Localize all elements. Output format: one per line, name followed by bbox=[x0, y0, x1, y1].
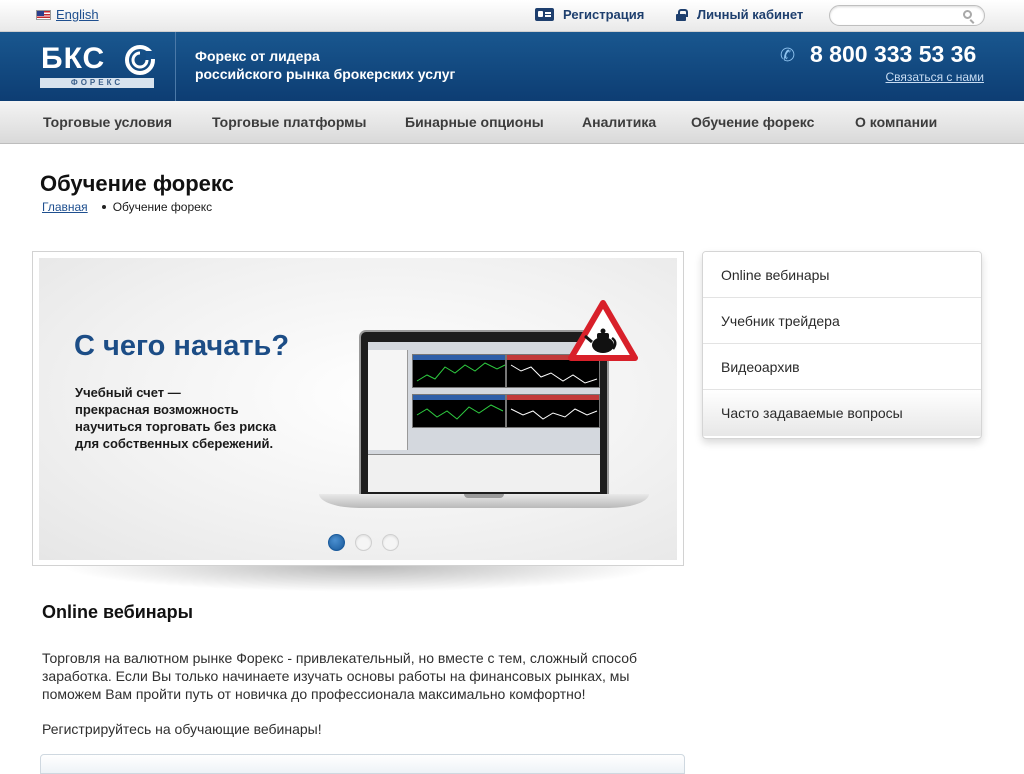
logo-subtitle: ФОРЕКС bbox=[40, 78, 154, 88]
tagline-line-2: российского рынка брокерских услуг bbox=[195, 66, 456, 82]
lock-icon bbox=[676, 9, 688, 21]
nav-item-about[interactable]: О компании bbox=[855, 114, 937, 130]
breadcrumb: Главная Обучение форекс bbox=[42, 200, 212, 214]
education-side-menu: Online вебинары Учебник трейдера Видеоар… bbox=[702, 251, 982, 439]
tagline-line-1: Форекс от лидера bbox=[195, 48, 320, 64]
nav-item-binary-options[interactable]: Бинарные опционы bbox=[405, 114, 544, 130]
search-icon[interactable] bbox=[963, 10, 972, 19]
terminal-market-watch bbox=[368, 350, 408, 450]
language-link[interactable]: English bbox=[56, 7, 99, 22]
banner-title: С чего начать? bbox=[74, 330, 290, 362]
breadcrumb-separator bbox=[101, 205, 106, 209]
slider-pagination bbox=[328, 534, 409, 551]
banner-text-line-4: для собственных сбережений. bbox=[75, 436, 274, 451]
terminal-chart bbox=[412, 394, 506, 428]
terminal-chart bbox=[412, 354, 506, 388]
register-link[interactable]: Регистрация bbox=[535, 7, 644, 22]
breadcrumb-current: Обучение форекс bbox=[112, 200, 213, 214]
banner-text-line-1: Учебный счет — bbox=[75, 385, 181, 400]
phone-icon: ✆ bbox=[780, 44, 796, 65]
language-switcher[interactable]: English bbox=[36, 7, 99, 22]
nav-item-trading-conditions[interactable]: Торговые условия bbox=[43, 114, 172, 130]
logo-globe-icon bbox=[125, 45, 155, 75]
terminal-orders-panel bbox=[368, 454, 600, 492]
section-title: Online вебинары bbox=[42, 602, 194, 622]
search-box bbox=[829, 5, 985, 26]
laptop-notch bbox=[464, 494, 504, 498]
banner-slider[interactable]: С чего начать? Учебный счет — прекрасная… bbox=[32, 251, 684, 566]
id-card-icon bbox=[535, 8, 554, 21]
breadcrumb-home-link[interactable]: Главная bbox=[42, 200, 88, 214]
webinar-registration-panel bbox=[40, 754, 685, 774]
banner-shadow bbox=[60, 566, 660, 592]
side-menu-item-trader-handbook[interactable]: Учебник трейдера bbox=[703, 298, 981, 344]
header-divider bbox=[175, 32, 176, 101]
phone-number: ✆ 8 800 333 53 36 bbox=[780, 41, 976, 68]
phone-text: 8 800 333 53 36 bbox=[810, 41, 977, 67]
top-utility-bar: English Регистрация Личный кабинет bbox=[0, 0, 1024, 32]
personal-cabinet-link[interactable]: Личный кабинет bbox=[676, 7, 803, 22]
banner-text-line-3: научиться торговать без риска bbox=[75, 419, 277, 434]
contact-us-link[interactable]: Связаться с нами bbox=[886, 70, 984, 84]
banner-text-line-2: прекрасная возможность bbox=[75, 402, 239, 417]
webinar-call-to-action: Регистрируйтесь на обучающие вебинары! bbox=[42, 721, 322, 737]
header-tagline: Форекс от лидера российского рынка броке… bbox=[195, 47, 455, 83]
slider-dot-3[interactable] bbox=[382, 534, 399, 551]
side-menu-item-faq[interactable]: Часто задаваемые вопросы bbox=[703, 390, 981, 436]
page-title: Обучение форекс bbox=[40, 171, 234, 196]
trading-terminal-screenshot bbox=[368, 342, 600, 492]
register-label: Регистрация bbox=[563, 7, 645, 22]
nav-item-analytics[interactable]: Аналитика bbox=[582, 114, 656, 130]
slider-dot-1[interactable] bbox=[328, 534, 345, 551]
site-header: БКС ФОРЕКС Форекс от лидера российского … bbox=[0, 32, 1024, 101]
slider-dot-2[interactable] bbox=[355, 534, 372, 551]
intro-paragraph: Торговля на валютном рынке Форекс - прив… bbox=[42, 650, 638, 702]
search-input[interactable] bbox=[838, 6, 958, 25]
nav-item-trading-platforms[interactable]: Торговые платформы bbox=[212, 114, 367, 130]
banner-text: Учебный счет — прекрасная возможность на… bbox=[75, 384, 276, 452]
cabinet-label: Личный кабинет bbox=[697, 7, 804, 22]
nav-item-forex-education[interactable]: Обучение форекс bbox=[691, 114, 814, 130]
side-menu-item-webinars[interactable]: Online вебинары bbox=[703, 252, 981, 298]
main-navigation: Торговые условия Торговые платформы Бина… bbox=[0, 101, 1024, 144]
kettle-warning-sign-icon bbox=[568, 300, 638, 361]
logo-text: БКС bbox=[41, 42, 106, 75]
side-menu-item-video-archive[interactable]: Видеоархив bbox=[703, 344, 981, 390]
terminal-chart bbox=[506, 394, 600, 428]
us-flag-icon bbox=[36, 9, 51, 20]
bks-logo[interactable]: БКС ФОРЕКС bbox=[40, 43, 158, 89]
